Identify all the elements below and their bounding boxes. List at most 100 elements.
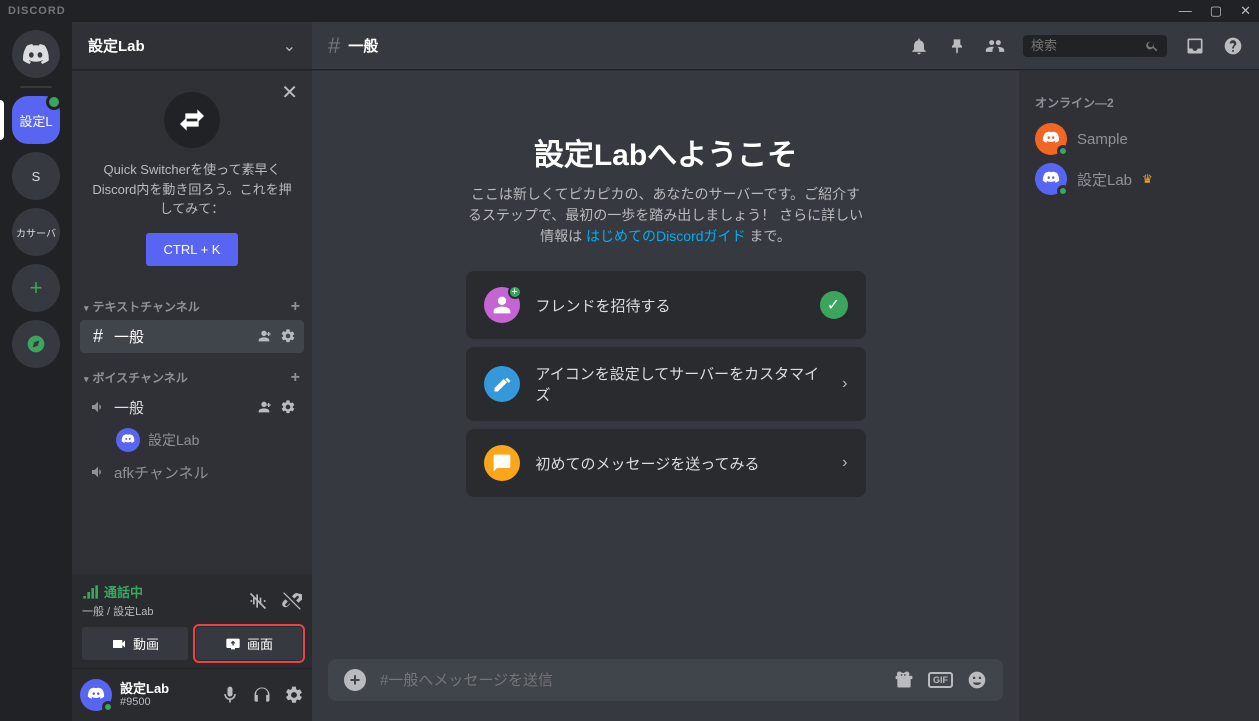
chevron-right-icon: ›	[842, 454, 847, 472]
attach-button[interactable]: +	[344, 669, 366, 691]
members-icon[interactable]	[985, 36, 1005, 56]
category-voice[interactable]: ▾ボイスチャンネル +	[80, 353, 304, 391]
gif-button[interactable]: GIF	[928, 672, 953, 688]
search-input[interactable]	[1031, 38, 1145, 53]
user-panel: 設定Lab #9500	[72, 669, 312, 721]
status-badge	[1057, 145, 1069, 157]
speaker-icon	[88, 399, 108, 415]
welcome-description: ここは新しくてピカピカの、あなたのサーバーです。ご紹介するステップで、最初の一歩…	[466, 184, 866, 247]
check-icon: ✓	[820, 291, 848, 319]
member-list: オンライン—2 Sample 設定Lab ♛	[1019, 70, 1259, 721]
voice-status[interactable]: 通話中	[82, 582, 154, 601]
maximize-button[interactable]: ▢	[1210, 3, 1222, 19]
add-channel-button[interactable]: +	[291, 298, 300, 316]
guild-item[interactable]: カサーバ	[12, 208, 60, 256]
action-invite[interactable]: + フレンドを招待する ✓	[466, 271, 866, 339]
noise-suppression-icon[interactable]	[248, 591, 268, 611]
close-button[interactable]: ✕	[1240, 3, 1251, 19]
gear-icon[interactable]	[280, 328, 296, 344]
avatar	[1035, 163, 1067, 195]
search-icon	[1145, 38, 1159, 54]
action-customize[interactable]: アイコンを設定してサーバーをカスタマイズ ›	[466, 347, 866, 421]
voice-channel-afk[interactable]: afkチャンネル	[80, 456, 304, 489]
member-item[interactable]: Sample	[1027, 119, 1251, 159]
mic-icon[interactable]	[220, 685, 240, 705]
hash-icon: #	[328, 33, 340, 59]
chevron-down-icon: ⌄	[283, 36, 296, 56]
gift-icon[interactable]	[894, 670, 914, 690]
member-item[interactable]: 設定Lab ♛	[1027, 159, 1251, 199]
main-area: # 一般 設定Labへようこそ ここは新しくてピカピカの、あなたのサー	[312, 22, 1259, 721]
screen-icon	[225, 636, 241, 652]
minimize-button[interactable]: —	[1179, 3, 1192, 19]
chevron-down-icon: ▾	[84, 374, 89, 384]
voice-channel-general[interactable]: 一般	[80, 391, 304, 424]
channel-sidebar: 設定Lab ⌄ ✕ Quick Switcherを使って素早くDiscord内を…	[72, 22, 312, 721]
chevron-down-icon: ▾	[84, 303, 89, 313]
add-channel-button[interactable]: +	[291, 369, 300, 387]
guild-selected[interactable]: 設定L	[12, 96, 60, 144]
explore-servers-button[interactable]	[12, 320, 60, 368]
server-header[interactable]: 設定Lab ⌄	[72, 22, 312, 70]
search-box[interactable]	[1023, 35, 1167, 57]
message-icon	[484, 445, 520, 481]
message-input[interactable]	[380, 672, 880, 689]
home-button[interactable]	[12, 30, 60, 78]
help-icon[interactable]	[1223, 36, 1243, 56]
status-online-badge	[102, 701, 114, 713]
disconnect-icon[interactable]	[282, 591, 302, 611]
message-input-bar: + GIF	[328, 659, 1003, 701]
invite-icon[interactable]	[258, 328, 274, 344]
gear-icon[interactable]	[284, 685, 304, 705]
inbox-icon[interactable]	[1185, 36, 1205, 56]
channel-list: ▾テキストチャンネル + # 一般 ▾ボイスチャンネル + 一般	[72, 282, 312, 575]
compass-icon	[26, 334, 46, 354]
customize-icon	[484, 366, 520, 402]
video-icon	[111, 636, 127, 652]
guild-bar: 設定L S カサーバ +	[0, 22, 72, 721]
discord-logo-icon	[22, 44, 50, 64]
chat-body: 設定Labへようこそ ここは新しくてピカピカの、あなたのサーバーです。ご紹介する…	[312, 70, 1019, 659]
guide-link[interactable]: はじめてのDiscordガイド	[586, 228, 745, 244]
window-controls: — ▢ ✕	[1179, 3, 1251, 19]
channel-title: 一般	[348, 35, 901, 56]
invite-icon[interactable]	[258, 399, 274, 415]
avatar	[1035, 123, 1067, 155]
signal-icon	[82, 584, 98, 600]
chat-area: 設定Labへようこそ ここは新しくてピカピカの、あなたのサーバーです。ご紹介する…	[312, 70, 1019, 721]
screen-share-button[interactable]: 画面	[196, 627, 302, 660]
guild-separator	[20, 86, 52, 88]
invite-people-icon: +	[484, 287, 520, 323]
quick-switcher-card: ✕ Quick Switcherを使って素早くDiscord内を動き回ろう。これ…	[72, 70, 312, 282]
hash-icon: #	[88, 326, 108, 347]
welcome-title: 設定Labへようこそ	[534, 130, 797, 174]
avatar[interactable]	[80, 679, 112, 711]
swap-icon	[164, 92, 220, 148]
close-icon[interactable]: ✕	[281, 80, 298, 105]
guild-item[interactable]: S	[12, 152, 60, 200]
category-text[interactable]: ▾テキストチャンネル +	[80, 282, 304, 320]
status-badge	[1057, 185, 1069, 197]
headphones-icon[interactable]	[252, 685, 272, 705]
members-category: オンライン—2	[1027, 86, 1251, 119]
bell-icon[interactable]	[909, 36, 929, 56]
voice-location: 一般 / 設定Lab	[82, 603, 154, 619]
voice-user[interactable]: 設定Lab	[80, 424, 304, 456]
add-server-button[interactable]: +	[12, 264, 60, 312]
pin-icon[interactable]	[947, 36, 967, 56]
top-bar: # 一般	[312, 22, 1259, 70]
gear-icon[interactable]	[280, 399, 296, 415]
brand-label: DISCORD	[8, 5, 66, 17]
crown-icon: ♛	[1142, 172, 1153, 186]
voice-panel: 通話中 一般 / 設定Lab 動画 画面	[72, 574, 312, 669]
title-bar: DISCORD — ▢ ✕	[0, 0, 1259, 22]
quick-switcher-text: Quick Switcherを使って素早くDiscord内を動き回ろう。これを押…	[88, 160, 296, 219]
chevron-right-icon: ›	[842, 375, 847, 393]
action-message[interactable]: 初めてのメッセージを送ってみる ›	[466, 429, 866, 497]
speaker-icon	[88, 464, 108, 480]
user-info[interactable]: 設定Lab #9500	[120, 682, 212, 708]
emoji-icon[interactable]	[967, 670, 987, 690]
video-button[interactable]: 動画	[82, 627, 188, 660]
quick-switcher-button[interactable]: CTRL + K	[146, 233, 239, 266]
text-channel-general[interactable]: # 一般	[80, 320, 304, 353]
